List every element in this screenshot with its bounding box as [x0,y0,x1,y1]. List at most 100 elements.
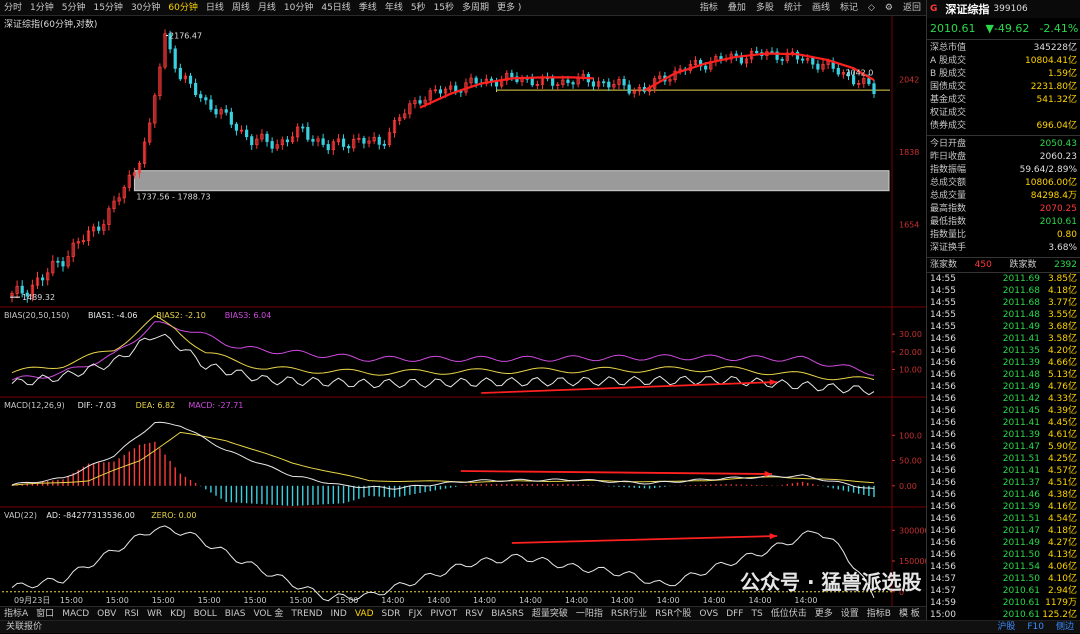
period-tab[interactable]: 45日线 [317,0,354,15]
tick-row[interactable]: 14:56 2011.39 4.61亿 [927,429,1080,441]
period-tab[interactable]: 周线 [228,0,254,15]
toolbar-button[interactable]: 多股 [751,0,779,15]
indicator-tab[interactable]: VAD [351,607,378,620]
indicator-tab[interactable]: OBV [93,607,120,620]
candle-body [199,94,203,99]
period-tab[interactable]: 日线 [202,0,228,15]
tick-row[interactable]: 14:56 2011.54 4.06亿 [927,561,1080,573]
tick-row[interactable]: 14:56 2011.41 4.45亿 [927,417,1080,429]
indicator-tab[interactable]: 窗口 [32,607,58,620]
tick-row[interactable]: 14:56 2011.49 4.27亿 [927,537,1080,549]
indicator-tab[interactable]: OVS [695,607,722,620]
indicator-tab[interactable]: 设置 [837,607,863,620]
tick-row[interactable]: 14:56 2011.49 4.76亿 [927,381,1080,393]
indicator-tab[interactable]: RSI [120,607,143,620]
index-stat-row: 总成交量 84298.4万 [927,190,1080,203]
tick-row[interactable]: 14:56 2011.41 3.58亿 [927,333,1080,345]
tick-time: 14:56 [930,406,956,416]
toolbar-button[interactable]: 叠加 [723,0,751,15]
tick-row[interactable]: 14:57 2010.61 2.94亿 [927,585,1080,597]
tick-row[interactable]: 14:56 2011.41 4.57亿 [927,465,1080,477]
indicator-tab[interactable]: TS [747,607,766,620]
indicator-tab[interactable]: IND [327,607,351,620]
chart-area[interactable]: 深证综指(60分钟,对数) 1737.56 - 1788.73 1489.32 217… [0,16,930,606]
indicator-tab[interactable]: 低位伏击 [767,607,811,620]
tick-row[interactable]: 14:57 2011.50 4.10亿 [927,573,1080,585]
tick-row[interactable]: 14:56 2011.46 4.38亿 [927,489,1080,501]
period-tab[interactable]: 季线 [355,0,381,15]
period-tab[interactable]: 月线 [254,0,280,15]
tick-time: 14:56 [930,514,956,524]
tick-row[interactable]: 14:56 2011.50 4.13亿 [927,549,1080,561]
indicator-tab[interactable]: TREND [287,607,326,620]
indicator-tab[interactable]: KDJ [166,607,190,620]
tick-row[interactable]: 14:55 2011.49 3.68亿 [927,321,1080,333]
tick-row[interactable]: 14:56 2011.47 4.18亿 [927,525,1080,537]
tick-row[interactable]: 14:56 2011.51 4.25亿 [927,453,1080,465]
indicator-tab[interactable]: MACD [58,607,93,620]
status-button[interactable]: 沪股 [991,621,1021,634]
tick-row[interactable]: 14:59 2010.61 1179万 [927,597,1080,609]
tick-row[interactable]: 14:55 2011.68 4.18亿 [927,285,1080,297]
candle-body [41,277,45,281]
tick-row[interactable]: 14:56 2011.45 4.39亿 [927,405,1080,417]
tick-row[interactable]: 14:56 2011.37 4.51亿 [927,477,1080,489]
tick-list[interactable]: 14:55 2011.69 3.85亿 14:55 2011.68 4.18亿 14:55 2… [927,273,1080,620]
indicator-tab[interactable]: RSV [461,607,487,620]
toolbar-button[interactable]: 返回 [898,0,926,15]
period-tab[interactable]: 15分钟 [89,0,126,15]
period-tab[interactable]: 分时 [0,0,26,15]
period-tab[interactable]: 多周期 [458,0,493,15]
period-tab[interactable]: 10分钟 [280,0,317,15]
period-tab[interactable]: 30分钟 [127,0,164,15]
linked-quote-label[interactable]: 关联报价 [0,621,48,634]
indicator-tab[interactable]: DFF [722,607,747,620]
toolbar-button[interactable]: 标记 [835,0,863,15]
period-tab[interactable]: 5分钟 [58,0,90,15]
indicator-tab[interactable]: WR [143,607,166,620]
indicator-tab[interactable]: BIAS [221,607,250,620]
period-tab[interactable]: 5秒 [407,0,430,15]
status-button[interactable]: F10 [1021,621,1050,634]
tick-row[interactable]: 14:56 2011.48 5.13亿 [927,369,1080,381]
toolbar-button[interactable]: ⚙ [880,0,898,15]
kline-chart[interactable]: 深证综指(60分钟,对数) 1737.56 - 1788.73 1489.32 217… [0,16,930,606]
tick-row[interactable]: 15:00 2010.61 125.2亿 [927,609,1080,620]
indicator-tab[interactable]: SDR [378,607,405,620]
candle-body [530,78,534,86]
indicator-tab[interactable]: BIASRS [487,607,528,620]
indicator-tab[interactable]: 更多 [811,607,837,620]
toolbar-button[interactable]: ◇ [863,0,880,15]
toolbar-button[interactable]: 画线 [807,0,835,15]
tick-row[interactable]: 14:56 2011.42 4.33亿 [927,393,1080,405]
period-tab[interactable]: 年线 [381,0,407,15]
tick-row[interactable]: 14:56 2011.47 5.90亿 [927,441,1080,453]
indicator-tab[interactable]: VOL 金 [249,607,287,620]
indicator-tab[interactable]: 超量突破 [528,607,572,620]
period-tab[interactable]: 更多 ) [493,0,525,15]
indicator-tab[interactable]: RSR个股 [651,607,695,620]
tick-row[interactable]: 14:56 2011.59 4.16亿 [927,501,1080,513]
tick-row[interactable]: 14:56 2011.35 4.20亿 [927,345,1080,357]
indicator-tab[interactable]: 指标A [0,607,32,620]
tick-row[interactable]: 14:55 2011.69 3.85亿 [927,273,1080,285]
toolbar-button[interactable]: 统计 [779,0,807,15]
indicator-toolbar-button[interactable]: 模 板 [895,607,924,620]
indicator-toolbar-button[interactable]: 指标B [863,607,895,620]
indicator-tab[interactable]: BOLL [190,607,221,620]
tick-volume: 3.68亿 [1047,322,1077,332]
tick-row[interactable]: 14:55 2011.48 3.55亿 [927,309,1080,321]
toolbar-button[interactable]: 指标 [695,0,723,15]
tick-row[interactable]: 14:55 2011.68 3.77亿 [927,297,1080,309]
tick-row[interactable]: 14:56 2011.39 4.66亿 [927,357,1080,369]
indicator-tab[interactable]: PIVOT [426,607,461,620]
price-axis-tick: 1654 [899,221,919,230]
indicator-tab[interactable]: RSR行业 [607,607,651,620]
indicator-tab[interactable]: FJX [404,607,426,620]
status-button[interactable]: 侧边 [1050,621,1080,634]
period-tab[interactable]: 1分钟 [26,0,58,15]
indicator-tab[interactable]: 一阳指 [572,607,607,620]
period-tab[interactable]: 60分钟 [164,0,201,15]
period-tab[interactable]: 15秒 [430,0,458,15]
tick-row[interactable]: 14:56 2011.51 4.54亿 [927,513,1080,525]
